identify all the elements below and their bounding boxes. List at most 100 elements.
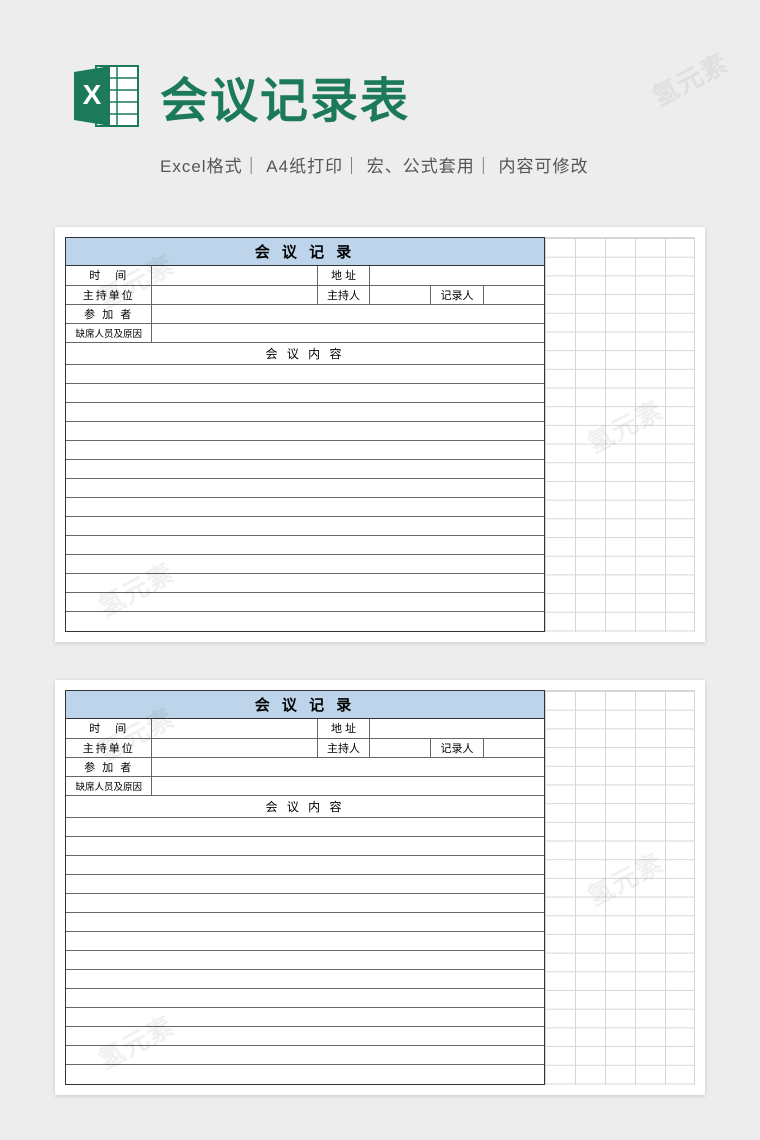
form-table: 时 间 地 址 主持单位 主持人 记录人 参 加 者 xyxy=(66,719,544,1083)
content-cell xyxy=(66,592,544,611)
row-content-header: 会 议 内 容 xyxy=(66,795,544,817)
content-line xyxy=(66,950,544,969)
content-line xyxy=(66,893,544,912)
content-line xyxy=(66,421,544,440)
form-title: 会 议 记 录 xyxy=(66,238,544,266)
value-host xyxy=(370,285,431,304)
form-table: 时 间 地 址 主持单位 主持人 记录人 参 加 者 xyxy=(66,266,544,630)
form-area: 会 议 记 录 时 间 地 址 主持单位 主持人 记录人 参 加 xyxy=(65,237,545,632)
content-line xyxy=(66,497,544,516)
content-cell xyxy=(66,535,544,554)
content-cell xyxy=(66,950,544,969)
content-cell xyxy=(66,1045,544,1064)
content-cell xyxy=(66,1064,544,1083)
label-attendees: 参 加 者 xyxy=(66,757,152,776)
row-time: 时 间 地 址 xyxy=(66,719,544,738)
content-line xyxy=(66,1064,544,1083)
value-time xyxy=(152,719,317,738)
label-absent: 缺席人员及原因 xyxy=(66,776,152,795)
content-line xyxy=(66,1007,544,1026)
content-line xyxy=(66,988,544,1007)
content-cell xyxy=(66,969,544,988)
value-attendees xyxy=(152,757,544,776)
content-line xyxy=(66,459,544,478)
value-absent xyxy=(152,776,544,795)
label-recorder: 记录人 xyxy=(431,285,484,304)
value-host-unit xyxy=(152,285,317,304)
svg-text:X: X xyxy=(83,79,102,110)
label-host-unit: 主持单位 xyxy=(66,738,152,757)
value-recorder xyxy=(483,738,544,757)
label-content: 会 议 内 容 xyxy=(66,342,544,364)
content-cell xyxy=(66,440,544,459)
header-area: X 会议记录表 Excel格式｜ A4纸打印｜ 宏、公式套用｜ 内容可修改 xyxy=(0,0,760,197)
content-cell xyxy=(66,893,544,912)
value-absent xyxy=(152,323,544,342)
value-host xyxy=(370,738,431,757)
content-line xyxy=(66,592,544,611)
label-attendees: 参 加 者 xyxy=(66,304,152,323)
content-cell xyxy=(66,988,544,1007)
label-address: 地 址 xyxy=(317,719,370,738)
content-cell xyxy=(66,573,544,592)
label-host-unit: 主持单位 xyxy=(66,285,152,304)
content-line xyxy=(66,1026,544,1045)
row-host-unit: 主持单位 主持人 记录人 xyxy=(66,738,544,757)
value-attendees xyxy=(152,304,544,323)
content-line xyxy=(66,478,544,497)
row-attendees: 参 加 者 xyxy=(66,757,544,776)
content-line xyxy=(66,554,544,573)
content-line xyxy=(66,383,544,402)
content-cell xyxy=(66,364,544,383)
content-cell xyxy=(66,478,544,497)
spreadsheet-grid xyxy=(545,237,695,632)
content-line xyxy=(66,874,544,893)
label-time: 时 间 xyxy=(66,266,152,285)
content-cell xyxy=(66,554,544,573)
sheet-preview-1: 会 议 记 录 时 间 地 址 主持单位 主持人 记录人 参 加 xyxy=(55,227,705,642)
row-absent: 缺席人员及原因 xyxy=(66,776,544,795)
content-cell xyxy=(66,402,544,421)
row-time: 时 间 地 址 xyxy=(66,266,544,285)
value-recorder xyxy=(483,285,544,304)
content-cell xyxy=(66,516,544,535)
content-cell xyxy=(66,497,544,516)
content-line xyxy=(66,440,544,459)
value-address xyxy=(370,719,544,738)
sheet-preview-2: 会 议 记 录 时 间 地 址 主持单位 主持人 记录人 参 加 xyxy=(55,680,705,1095)
content-line xyxy=(66,535,544,554)
preview-container: 会 议 记 录 时 间 地 址 主持单位 主持人 记录人 参 加 xyxy=(0,197,760,1095)
content-line xyxy=(66,1045,544,1064)
label-address: 地 址 xyxy=(317,266,370,285)
content-cell xyxy=(66,855,544,874)
row-attendees: 参 加 者 xyxy=(66,304,544,323)
content-line xyxy=(66,912,544,931)
content-line xyxy=(66,611,544,630)
content-line xyxy=(66,931,544,950)
row-content-header: 会 议 内 容 xyxy=(66,342,544,364)
content-cell xyxy=(66,383,544,402)
row-absent: 缺席人员及原因 xyxy=(66,323,544,342)
value-host-unit xyxy=(152,738,317,757)
content-line xyxy=(66,855,544,874)
content-cell xyxy=(66,817,544,836)
form-title: 会 议 记 录 xyxy=(66,691,544,719)
content-cell xyxy=(66,874,544,893)
label-host: 主持人 xyxy=(317,285,370,304)
form-area: 会 议 记 录 时 间 地 址 主持单位 主持人 记录人 参 加 xyxy=(65,690,545,1085)
label-recorder: 记录人 xyxy=(431,738,484,757)
content-line xyxy=(66,402,544,421)
row-host-unit: 主持单位 主持人 记录人 xyxy=(66,285,544,304)
value-time xyxy=(152,266,317,285)
spreadsheet-grid xyxy=(545,690,695,1085)
content-line xyxy=(66,516,544,535)
value-address xyxy=(370,266,544,285)
page-subtitle: Excel格式｜ A4纸打印｜ 宏、公式套用｜ 内容可修改 xyxy=(70,152,690,177)
content-line xyxy=(66,969,544,988)
label-time: 时 间 xyxy=(66,719,152,738)
content-line xyxy=(66,364,544,383)
content-cell xyxy=(66,611,544,630)
content-cell xyxy=(66,931,544,950)
label-absent: 缺席人员及原因 xyxy=(66,323,152,342)
excel-icon: X xyxy=(70,60,142,132)
